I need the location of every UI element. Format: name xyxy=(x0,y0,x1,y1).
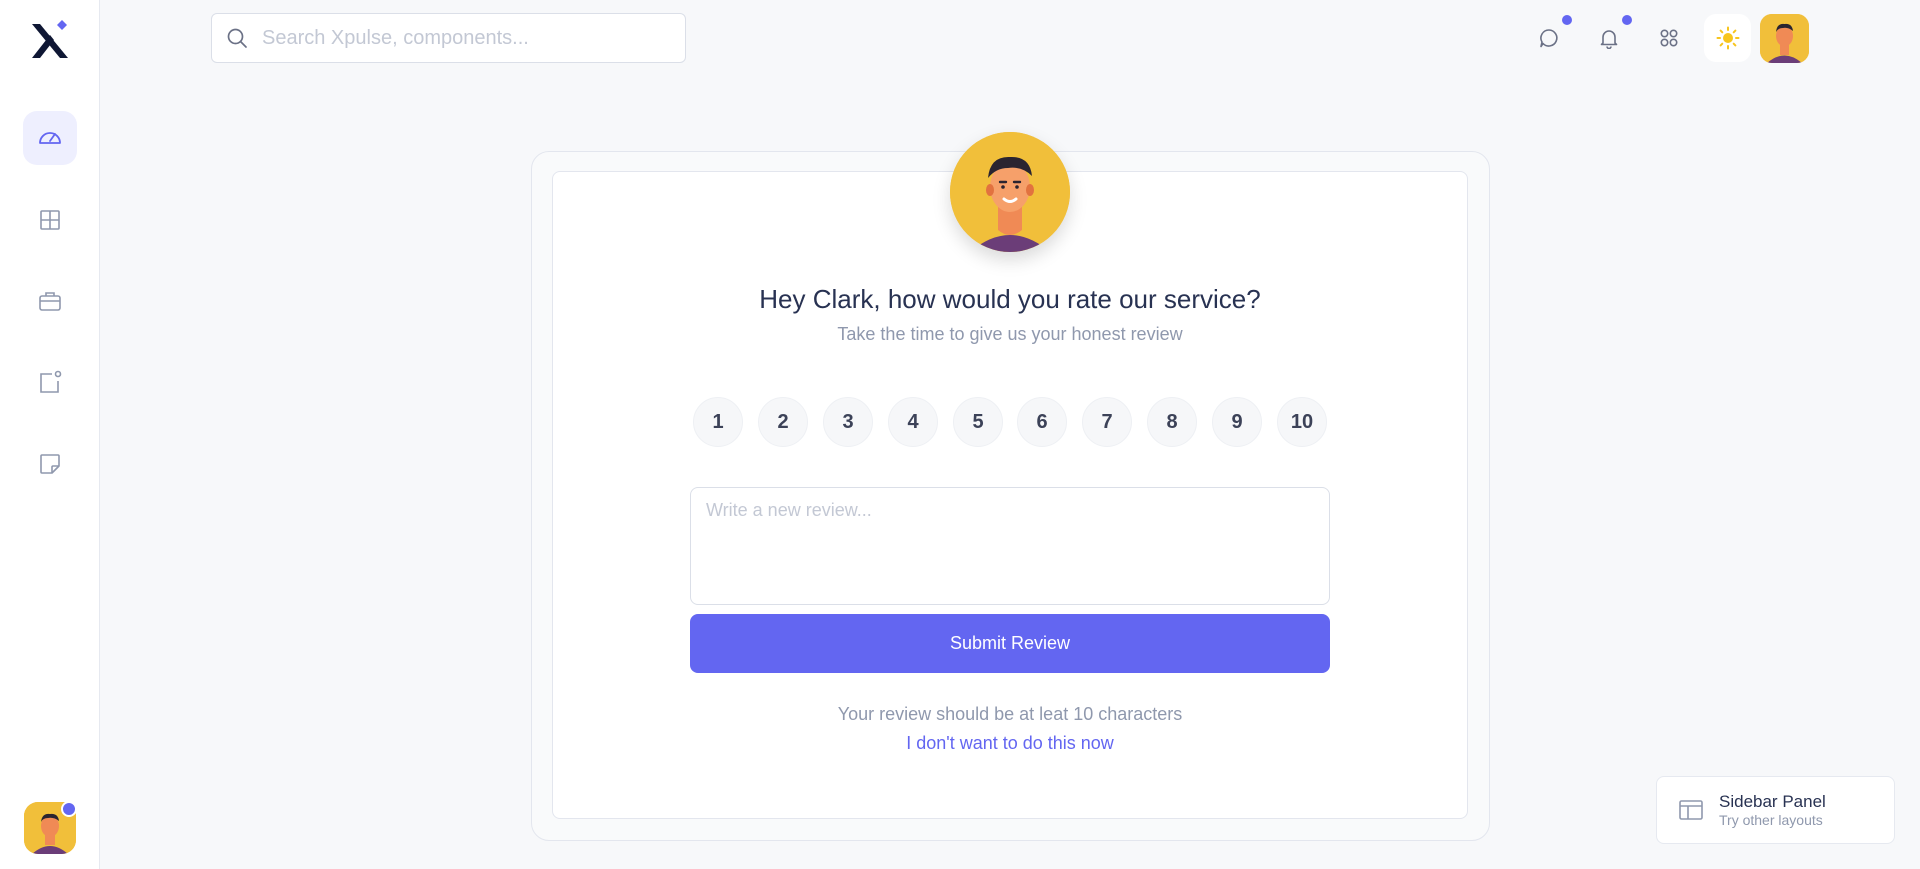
notifications-badge-dot xyxy=(1622,15,1632,25)
briefcase-icon xyxy=(39,292,61,311)
sidebar-item-layouts[interactable] xyxy=(23,193,77,247)
sidebar-item-projects[interactable] xyxy=(23,274,77,328)
user-avatar[interactable] xyxy=(1760,14,1809,63)
chat-icon xyxy=(1540,29,1558,48)
messages-badge-dot xyxy=(1562,15,1572,25)
rating-button-8[interactable]: 8 xyxy=(1147,397,1197,447)
bell-icon xyxy=(1600,30,1618,49)
rating-button-6[interactable]: 6 xyxy=(1017,397,1067,447)
sticky-note-icon xyxy=(40,454,60,474)
notifications-button[interactable] xyxy=(1592,21,1626,55)
rating-button-5[interactable]: 5 xyxy=(953,397,1003,447)
skip-review-link[interactable]: I don't want to do this now xyxy=(552,733,1468,754)
rating-button-7[interactable]: 7 xyxy=(1082,397,1132,447)
sidebar-item-elements[interactable] xyxy=(23,355,77,409)
xpulse-logo[interactable] xyxy=(28,18,72,62)
review-title: Hey Clark, how would you rate our servic… xyxy=(759,284,1261,314)
search-icon xyxy=(227,28,247,48)
panel-widget-subtitle: Try other layouts xyxy=(1719,811,1823,828)
sidebar-item-dashboard[interactable] xyxy=(23,111,77,165)
sidebar-panel-switcher[interactable]: Sidebar Panel Try other layouts xyxy=(1656,776,1895,844)
layout-panel-icon xyxy=(1679,800,1703,820)
apps-button[interactable] xyxy=(1652,21,1686,55)
panel-widget-title: Sidebar Panel xyxy=(1719,791,1826,811)
search-input[interactable] xyxy=(262,26,662,50)
search-bar[interactable] xyxy=(211,13,686,63)
messages-button[interactable] xyxy=(1532,21,1566,55)
rating-button-10[interactable]: 10 xyxy=(1277,397,1327,447)
review-subtitle: Take the time to give us your honest rev… xyxy=(837,324,1183,344)
layout-grid-icon xyxy=(40,210,60,230)
rating-button-3[interactable]: 3 xyxy=(823,397,873,447)
theme-toggle-button[interactable] xyxy=(1704,14,1751,62)
square-dot-icon xyxy=(40,370,62,393)
review-textarea[interactable] xyxy=(690,487,1330,605)
rating-button-2[interactable]: 2 xyxy=(758,397,808,447)
rating-button-4[interactable]: 4 xyxy=(888,397,938,447)
speedometer-icon xyxy=(39,132,61,144)
rating-button-9[interactable]: 9 xyxy=(1212,397,1262,447)
sun-icon xyxy=(1716,26,1739,50)
apps-grid-icon xyxy=(1660,29,1678,47)
review-length-hint: Your review should be at leat 10 charact… xyxy=(837,704,1183,724)
reviewer-avatar xyxy=(950,132,1070,252)
submit-review-button[interactable]: Submit Review xyxy=(690,614,1330,673)
sidebar-item-notes[interactable] xyxy=(23,437,77,491)
sidebar xyxy=(0,0,100,869)
rating-button-1[interactable]: 1 xyxy=(693,397,743,447)
online-status-dot xyxy=(61,801,77,817)
